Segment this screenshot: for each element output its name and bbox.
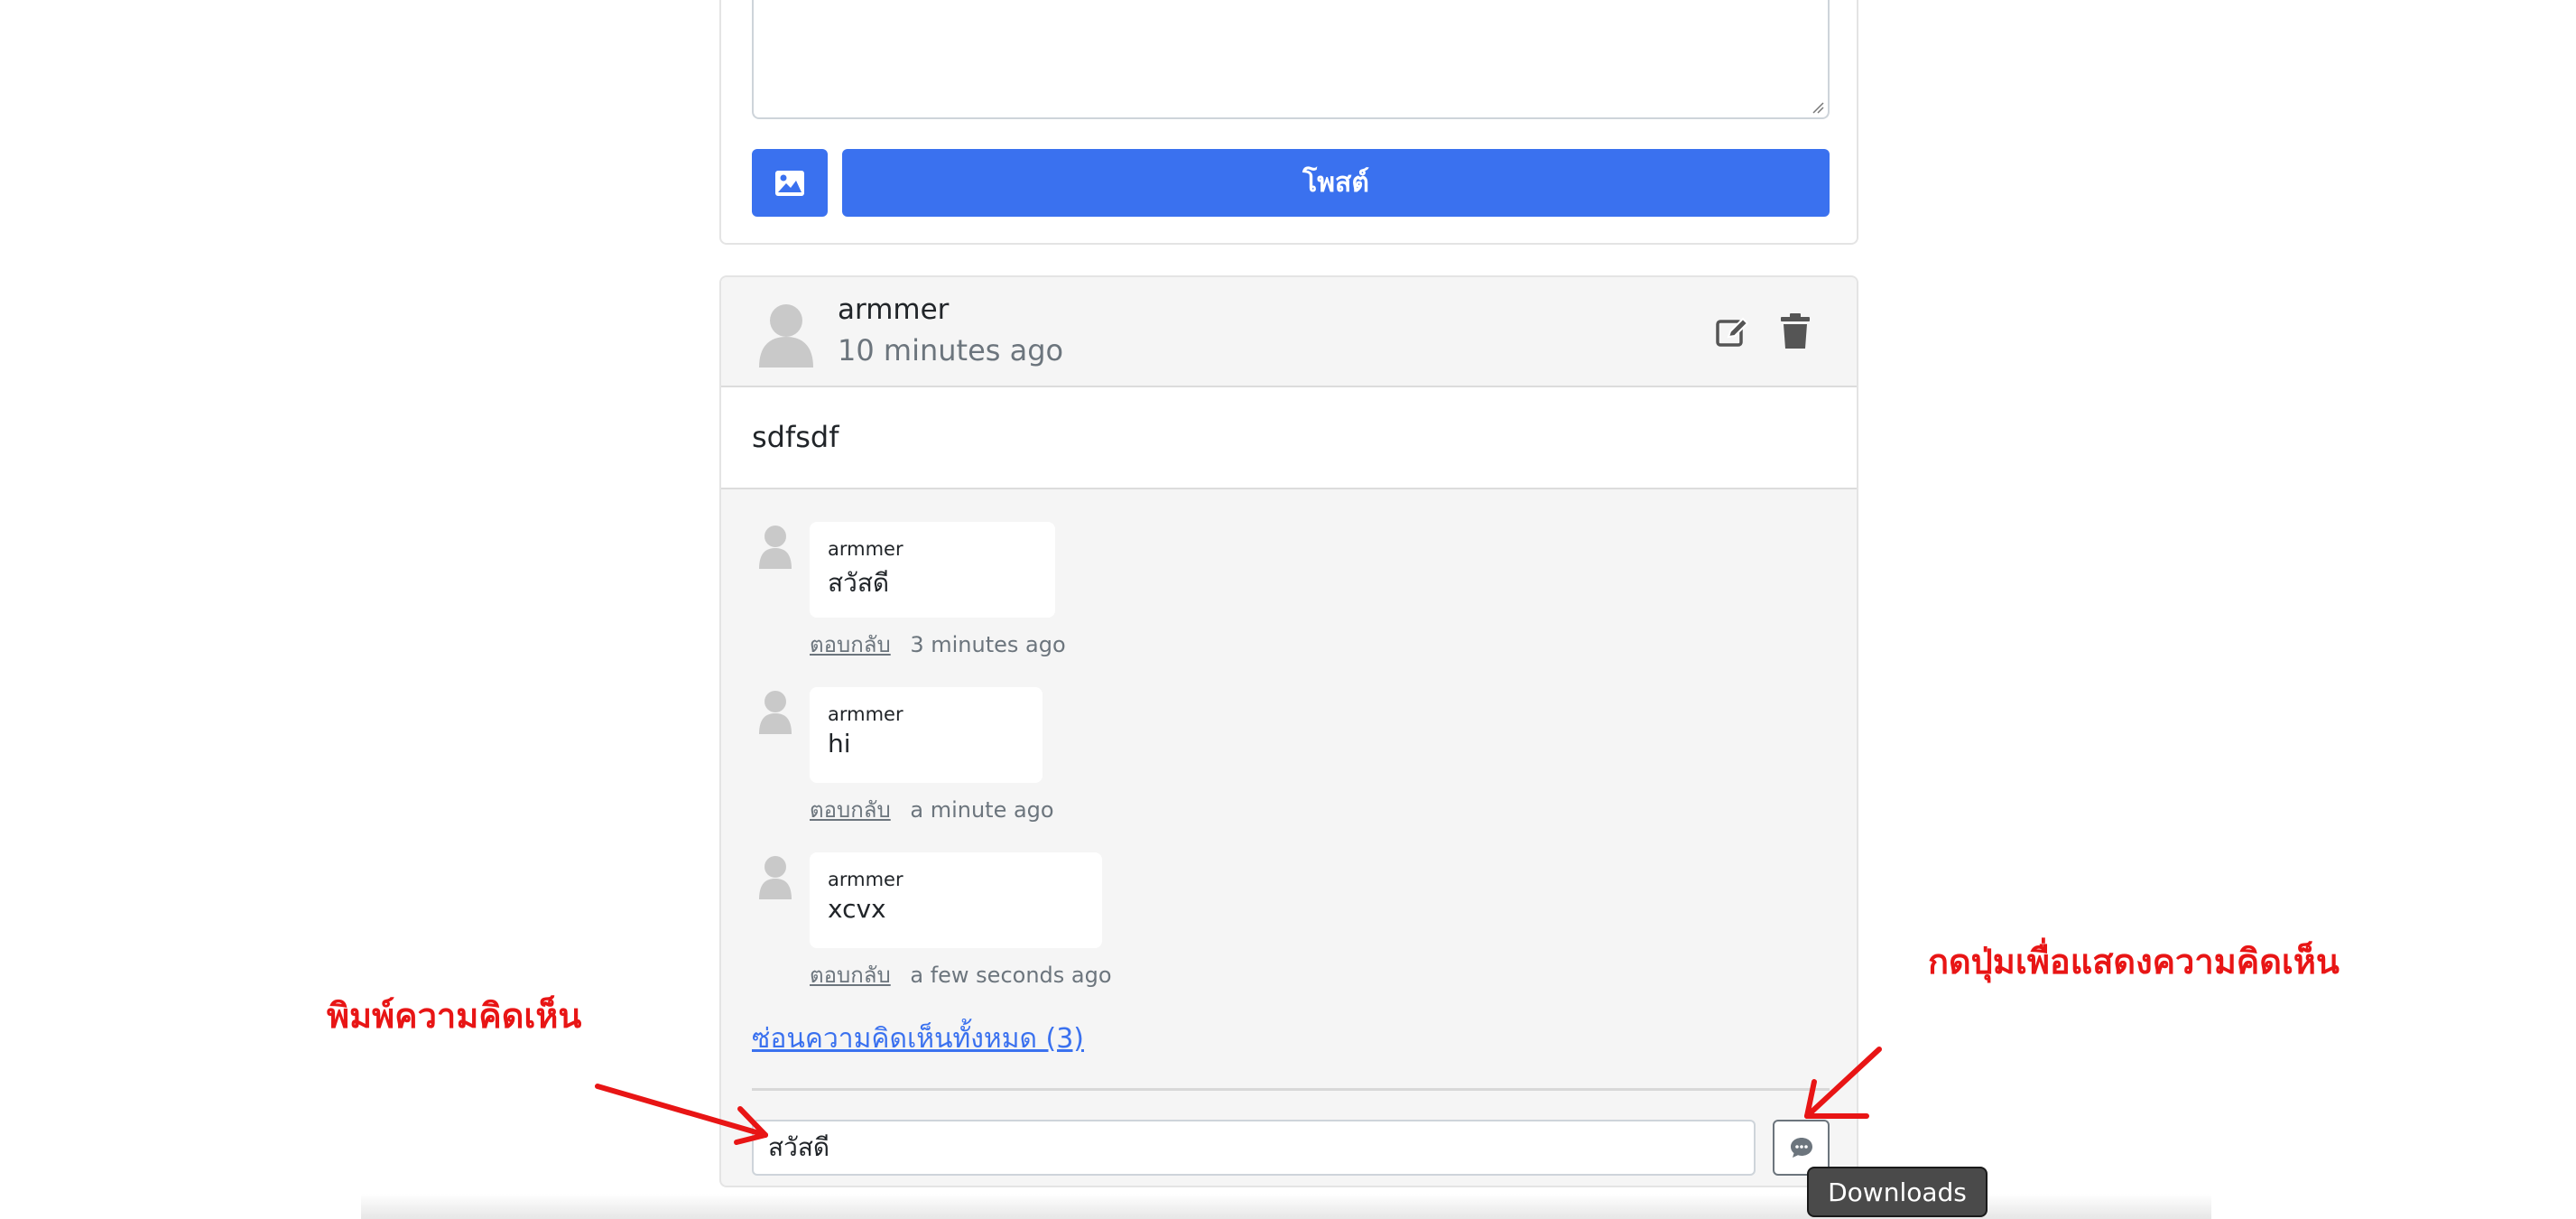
comment-item: armmer xcvx ตอบกลับ a few seconds ago [721,852,1857,1006]
avatar [759,526,792,569]
comment-meta: ตอบกลับ a minute ago [810,792,1054,827]
post-timestamp: 10 minutes ago [838,333,1064,368]
divider [752,1088,1830,1091]
comment-timestamp: a few seconds ago [910,963,1112,988]
reply-link[interactable]: ตอบกลับ [810,963,891,988]
comment-text: xcvx [828,894,886,924]
edit-icon[interactable] [1714,313,1750,349]
annotation-press-button: กดปุ่มเพื่อแสดงความคิดเห็น [1928,942,2340,982]
comment-timestamp: a minute ago [910,797,1054,823]
post-author: armmer [838,293,950,326]
post-header: armmer 10 minutes ago [721,277,1857,387]
comment-bubble: armmer สวัสดี [810,522,1055,618]
comment-bubble: armmer xcvx [810,852,1102,948]
post-textarea[interactable] [752,0,1830,119]
comment-author: armmer [828,703,903,725]
avatar [759,856,792,899]
reply-link[interactable]: ตอบกลับ [810,797,891,823]
post-text: sdfsdf [752,420,839,454]
post-button[interactable]: โพสต์ [842,149,1830,217]
avatar [759,691,792,734]
image-icon [775,170,804,196]
comment-item: armmer สวัสดี ตอบกลับ 3 minutes ago [721,522,1857,675]
comment-author: armmer [828,538,903,560]
comment-text: สวัสดี [828,568,890,598]
chat-icon [1790,1138,1812,1158]
post-card: armmer 10 minutes ago sdfsdf armmer สวัส… [719,275,1858,1187]
comment-text: hi [828,729,851,758]
comment-item: armmer hi ตอบกลับ a minute ago [721,687,1857,841]
post-body: sdfsdf [721,387,1857,489]
comment-meta: ตอบกลับ a few seconds ago [810,957,1112,992]
resize-grip-icon[interactable] [1812,101,1824,114]
comment-author: armmer [828,869,903,890]
annotation-type-comment: พิมพ์ความคิดเห็น [327,996,582,1036]
comment-bubble: armmer hi [810,687,1042,783]
post-composer: โพสต์ [719,0,1858,245]
hide-comments-link[interactable]: ซ่อนความคิดเห็นทั้งหมด (3) [752,1018,1084,1060]
comment-meta: ตอบกลับ 3 minutes ago [810,627,1066,662]
reply-link[interactable]: ตอบกลับ [810,632,891,657]
comment-timestamp: 3 minutes ago [910,632,1066,657]
comment-input[interactable] [752,1120,1756,1176]
add-image-button[interactable] [752,149,828,217]
trash-icon[interactable] [1779,313,1812,349]
downloads-tooltip: Downloads [1807,1167,1988,1217]
avatar [759,304,813,368]
